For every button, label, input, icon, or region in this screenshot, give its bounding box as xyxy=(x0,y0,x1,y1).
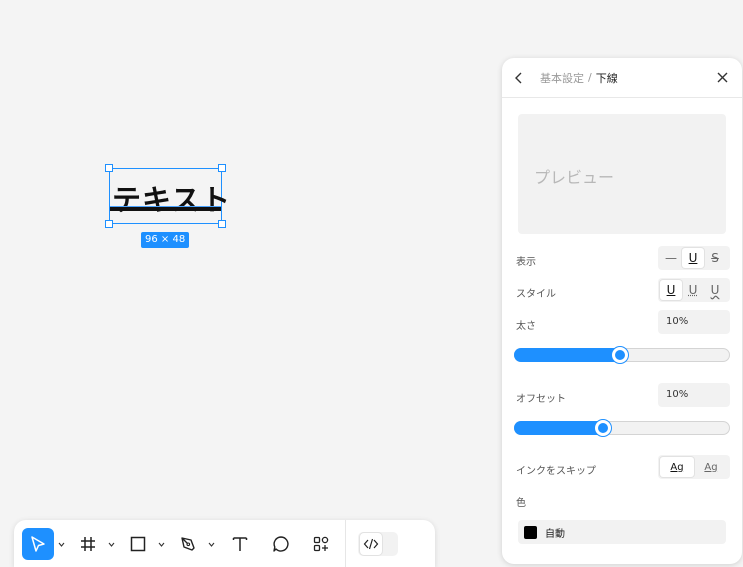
offset-slider[interactable] xyxy=(514,420,730,436)
resize-handle-bottom-right[interactable] xyxy=(218,220,226,228)
pointer-icon xyxy=(31,536,45,552)
components-icon xyxy=(313,536,329,552)
close-icon xyxy=(717,72,727,83)
style-label: スタイル xyxy=(516,289,556,300)
panel-title: 下線 xyxy=(595,71,618,85)
preview-area: プレビュー xyxy=(518,114,726,234)
thickness-slider[interactable] xyxy=(514,347,730,363)
frame-tool[interactable] xyxy=(72,528,104,560)
components-tool[interactable] xyxy=(305,528,337,560)
color-label: 色 xyxy=(516,498,526,509)
panel-header: 基本設定 / 下線 xyxy=(502,58,742,98)
chevron-down-icon xyxy=(158,542,164,547)
text-underline xyxy=(110,207,221,211)
canvas-text[interactable]: テキスト xyxy=(112,177,231,219)
frame-icon xyxy=(81,537,95,551)
skip-ink-label: インクをスキップ xyxy=(516,466,596,477)
comment-tool[interactable] xyxy=(265,528,297,560)
pointer-tool-menu[interactable] xyxy=(54,528,68,560)
text-tool[interactable] xyxy=(224,528,256,560)
slider-fill xyxy=(514,348,620,362)
offset-label: オフセット xyxy=(516,394,566,405)
color-picker[interactable]: 自動 xyxy=(518,520,726,544)
skip-ink-off-option[interactable]: Ag xyxy=(694,457,728,477)
rectangle-icon xyxy=(130,536,146,552)
code-icon xyxy=(363,538,379,550)
color-value: 自動 xyxy=(545,528,565,540)
resize-handle-bottom-left[interactable] xyxy=(105,220,113,228)
breadcrumb: 基本設定 / 下線 xyxy=(540,70,618,86)
style-wavy-option[interactable]: U xyxy=(704,280,726,300)
resize-handle-top-right[interactable] xyxy=(218,164,226,172)
thickness-input[interactable]: 10% xyxy=(658,310,730,334)
pen-tool[interactable] xyxy=(172,528,204,560)
bottom-toolbar xyxy=(14,520,435,567)
display-none-option[interactable]: — xyxy=(660,248,682,268)
thickness-label: 太さ xyxy=(516,321,536,332)
display-label: 表示 xyxy=(516,257,536,268)
display-strikethrough-option[interactable]: S xyxy=(704,248,726,268)
style-dotted-option[interactable]: U xyxy=(682,280,704,300)
preview-text: プレビュー xyxy=(534,168,615,187)
skip-ink-on-option[interactable]: Ag xyxy=(660,457,694,477)
offset-input[interactable]: 10% xyxy=(658,383,730,407)
back-button[interactable] xyxy=(514,72,530,84)
chevron-left-icon xyxy=(515,72,522,83)
style-solid-option[interactable]: U xyxy=(660,280,682,300)
dev-mode-knob xyxy=(360,533,382,555)
color-swatch xyxy=(524,525,537,539)
rectangle-tool-menu[interactable] xyxy=(154,528,168,560)
chevron-down-icon xyxy=(58,542,64,547)
toolbar-divider xyxy=(345,520,346,567)
underline-panel: 基本設定 / 下線 プレビュー 表示 — U S スタイル U U U 太さ 1… xyxy=(502,58,742,564)
pen-icon xyxy=(181,537,195,551)
rectangle-tool[interactable] xyxy=(122,528,154,560)
skip-ink-toggle: Ag Ag xyxy=(658,455,730,479)
style-toggle: U U U xyxy=(658,278,730,302)
frame-tool-menu[interactable] xyxy=(104,528,118,560)
resize-handle-top-left[interactable] xyxy=(105,164,113,172)
close-button[interactable] xyxy=(714,72,730,83)
slider-thumb[interactable] xyxy=(611,347,628,363)
comment-icon xyxy=(273,536,289,552)
pen-tool-menu[interactable] xyxy=(204,528,218,560)
display-underline-option[interactable]: U xyxy=(682,248,704,268)
slider-fill xyxy=(514,421,603,435)
slider-thumb[interactable] xyxy=(594,420,611,436)
selected-text-layer[interactable]: テキスト xyxy=(105,164,230,228)
text-icon xyxy=(232,537,248,551)
dev-mode-toggle[interactable] xyxy=(358,532,398,556)
breadcrumb-parent[interactable]: 基本設定 xyxy=(540,70,584,86)
chevron-down-icon xyxy=(208,542,214,547)
display-toggle: — U S xyxy=(658,246,730,270)
pointer-tool[interactable] xyxy=(22,528,54,560)
size-badge: 96 × 48 xyxy=(141,232,190,248)
breadcrumb-separator: / xyxy=(588,71,592,84)
chevron-down-icon xyxy=(108,542,114,547)
